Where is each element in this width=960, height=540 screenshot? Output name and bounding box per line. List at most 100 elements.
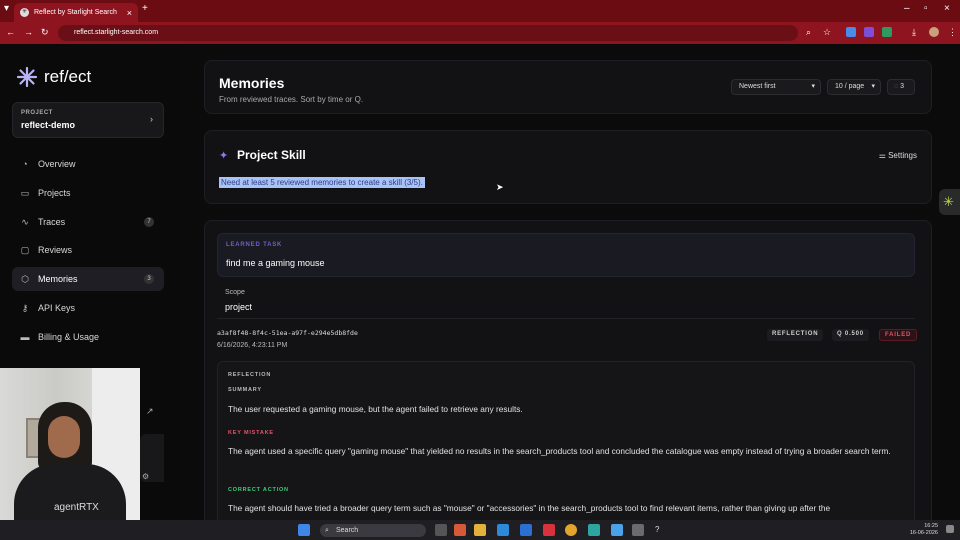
sidebar-item-label: Overview: [38, 159, 76, 169]
maximize-icon[interactable]: ▫: [924, 3, 928, 14]
avatar[interactable]: [929, 27, 939, 37]
assistant-widget[interactable]: ✳: [939, 189, 960, 215]
learned-task-box: LEARNED TASK find me a gaming mouse: [217, 233, 915, 277]
reflection-header: REFLECTION: [228, 372, 272, 378]
sidebar-item-traces[interactable]: ∿ Traces 7: [12, 210, 164, 234]
taskbar: ⌕ Search ? 16:25 16-06-2026: [0, 520, 960, 540]
sidebar-item-api-keys[interactable]: ⚷ API Keys: [12, 296, 164, 320]
bookmark-star-icon[interactable]: ☆: [823, 27, 831, 38]
key-mistake-label: KEY MISTAKE: [228, 430, 274, 436]
edge-browser-icon[interactable]: [497, 524, 509, 536]
app-icon[interactable]: [454, 524, 466, 536]
extension-icon[interactable]: [864, 27, 874, 37]
traces-count-badge: 7: [144, 217, 154, 227]
page-subtitle: From reviewed traces. Sort by time or Q.: [219, 95, 364, 104]
settings-label: Settings: [888, 151, 917, 160]
taskbar-search-placeholder: Search: [336, 527, 359, 534]
help-icon[interactable]: ?: [655, 525, 659, 534]
summary-text: The user requested a gaming mouse, but t…: [228, 404, 523, 414]
sidebar-item-label: Projects: [38, 188, 71, 198]
sidebar-item-memories[interactable]: ⬡ Memories 3: [12, 267, 164, 291]
sidebar-item-label: Billing & Usage: [38, 332, 100, 342]
memories-count-badge: 3: [144, 274, 154, 284]
sort-select[interactable]: Newest first ▾: [731, 79, 821, 95]
learned-task-value: find me a gaming mouse: [226, 258, 325, 268]
project-label: PROJECT: [21, 110, 53, 116]
mouse-cursor-icon: ➤: [496, 182, 504, 192]
correct-action-text: The agent should have tried a broader qu…: [228, 503, 831, 513]
sidebar-item-label: Reviews: [38, 245, 73, 255]
extension-icon[interactable]: [882, 27, 892, 37]
external-link-icon[interactable]: ↗: [146, 406, 154, 417]
tab-menu-icon[interactable]: ▾: [4, 3, 9, 14]
page-size-select[interactable]: 10 / page ▾: [827, 79, 881, 95]
system-clock[interactable]: 16:25 16-06-2026: [910, 523, 938, 537]
asterisk-icon: ✳: [943, 194, 954, 209]
back-icon[interactable]: ←: [6, 27, 15, 37]
scope-value: project: [225, 302, 253, 312]
logo[interactable]: ref/ect: [16, 66, 91, 88]
chevron-right-icon: ›: [150, 114, 153, 124]
key-mistake-text: The agent used a specific query "gaming …: [228, 446, 891, 456]
memory-id: a3af8f48-8f4c-51ea-a97f-e294e5db8fde: [217, 329, 358, 337]
user-card[interactable]: ⚙: [140, 434, 164, 482]
chrome-icon[interactable]: [565, 524, 577, 536]
favicon-icon: ✳: [20, 8, 29, 17]
app-icon[interactable]: [588, 524, 600, 536]
page-size-value: 10 / page: [835, 83, 865, 90]
project-skill-card: ✦ Project Skill ⚌ Settings Need at least…: [204, 130, 932, 204]
minimize-icon[interactable]: –: [904, 3, 910, 14]
browser-tab[interactable]: ✳ Reflect by Starlight Search ×: [14, 3, 138, 22]
search-icon: ⌕: [325, 527, 329, 534]
menu-kebab-icon[interactable]: ⋮: [948, 27, 957, 38]
brain-icon: ⬡: [21, 274, 29, 284]
forward-icon[interactable]: →: [24, 27, 33, 37]
download-icon[interactable]: ⤓: [912, 27, 916, 38]
reload-icon[interactable]: ↻: [41, 27, 49, 38]
webcam-overlay: agentRTX: [0, 368, 140, 520]
app-icon[interactable]: [543, 524, 555, 536]
settings-gear-icon[interactable]: ⚙: [142, 472, 149, 481]
refresh-icon: ◌: [894, 83, 899, 90]
skill-settings-button[interactable]: ⚌ Settings: [879, 151, 917, 160]
close-window-icon[interactable]: ×: [944, 3, 950, 14]
taskbar-search[interactable]: ⌕ Search: [320, 524, 426, 537]
person-face: [48, 416, 80, 458]
new-tab-icon[interactable]: +: [142, 3, 148, 14]
sort-select-value: Newest first: [739, 83, 776, 90]
sidebar-item-label: API Keys: [38, 303, 76, 313]
task-view-icon[interactable]: [435, 524, 447, 536]
sparkles-icon: ✦: [219, 150, 229, 162]
url-input[interactable]: reflect.starlight-search.com: [58, 25, 798, 41]
windows-start-icon[interactable]: [298, 524, 310, 536]
file-explorer-icon[interactable]: [474, 524, 486, 536]
app-icon[interactable]: [611, 524, 623, 536]
chevron-down-icon: ▾: [871, 83, 875, 90]
address-bar-row: ← → ↻ reflect.starlight-search.com ⌕ ☆ ⤓…: [0, 22, 960, 44]
learned-task-label: LEARNED TASK: [226, 242, 283, 248]
app-icon[interactable]: [520, 524, 532, 536]
sidebar-item-billing[interactable]: ▬ Billing & Usage: [12, 325, 164, 349]
sidebar-item-label: Memories: [38, 274, 78, 284]
dashboard-icon: ◔: [22, 159, 28, 169]
extension-icon[interactable]: [846, 27, 856, 37]
pulse-icon: ∿: [21, 217, 29, 227]
url-text: reflect.starlight-search.com: [74, 29, 159, 36]
close-tab-icon[interactable]: ×: [127, 8, 132, 18]
browser-tab-bar: ▾ ✳ Reflect by Starlight Search × + – ▫ …: [0, 0, 960, 22]
shirt-text: agentRTX: [54, 502, 99, 513]
project-selector[interactable]: PROJECT reflect-demo ›: [12, 102, 164, 138]
sidebar-item-projects[interactable]: ▭ Projects: [12, 181, 164, 205]
sidebar-item-overview[interactable]: ◔ Overview: [12, 152, 164, 176]
count-indicator[interactable]: ◌ 3: [887, 79, 915, 95]
sliders-icon: ⚌: [878, 151, 886, 160]
sidebar-item-reviews[interactable]: ▢ Reviews: [12, 238, 164, 262]
settings-icon[interactable]: [632, 524, 644, 536]
clock-date: 16-06-2026: [909, 530, 938, 536]
key-icon: ⚷: [21, 303, 29, 313]
correct-action-label: CORRECT ACTION: [228, 487, 289, 493]
memory-card[interactable]: LEARNED TASK find me a gaming mouse Scop…: [204, 220, 932, 530]
notifications-icon[interactable]: [946, 525, 954, 533]
search-icon[interactable]: ⌕: [806, 27, 811, 38]
folder-icon: ▭: [20, 188, 30, 198]
